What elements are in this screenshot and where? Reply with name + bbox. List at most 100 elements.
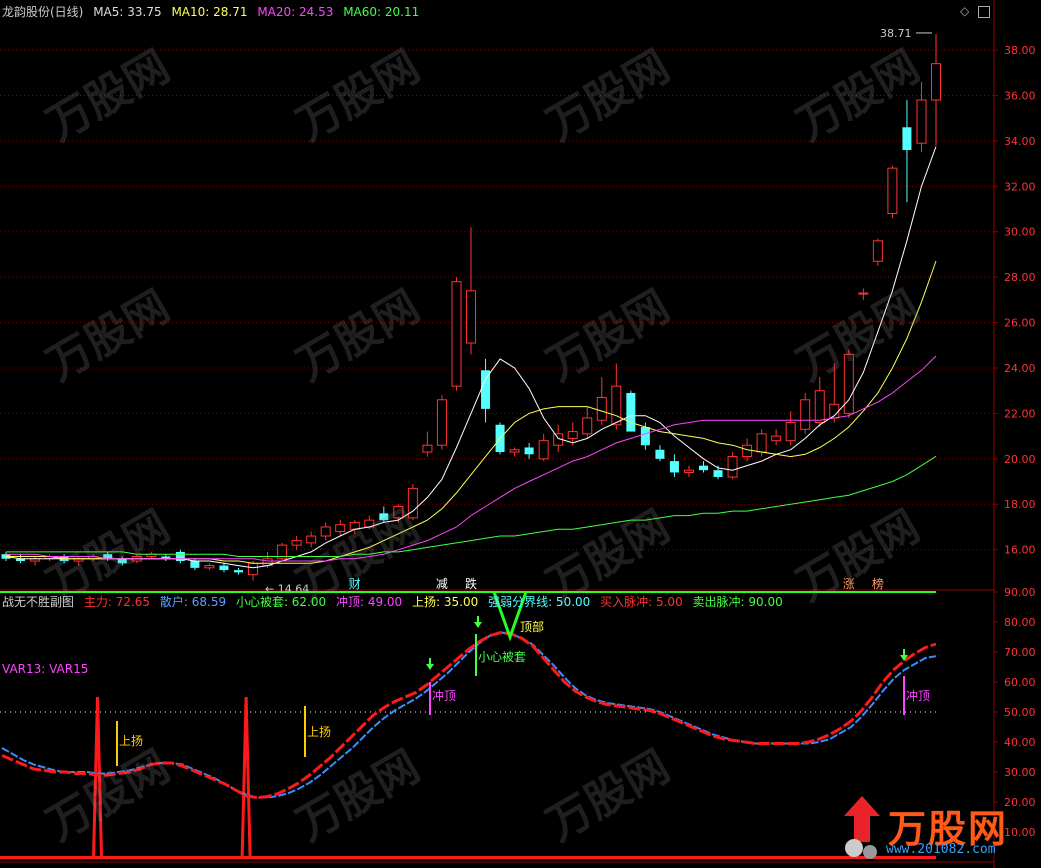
shangyang-legend: 上扬: 35.00 — [412, 595, 479, 609]
xiaoxin-legend: 小心被套: 62.00 — [235, 595, 327, 609]
candle — [422, 444, 433, 453]
xiaoxin-label: 小心被套 — [478, 650, 526, 664]
candle — [858, 292, 869, 295]
down-arrow-icon — [474, 622, 482, 628]
candle — [567, 431, 578, 439]
y-tick-label: 32.00 — [1004, 180, 1036, 193]
candle — [320, 526, 331, 537]
candle — [843, 353, 854, 414]
candle — [335, 524, 346, 532]
y-tick-label: 30.00 — [1004, 766, 1036, 779]
candle — [204, 565, 215, 569]
stock-name[interactable]: 龙韵股份(日线) — [2, 5, 83, 19]
sub-chart-header: 战无不胜副图 主力: 72.65 散户: 68.59 小心被套: 62.00 冲… — [2, 595, 789, 609]
candle — [524, 447, 534, 455]
window-box-icon[interactable] — [978, 6, 990, 18]
candle — [698, 465, 709, 471]
candle — [771, 435, 782, 442]
shangyang-label: 上扬 — [119, 733, 143, 748]
candle — [887, 167, 898, 215]
y-tick-label: 24.00 — [1004, 362, 1036, 375]
candle — [465, 290, 477, 344]
candle — [611, 385, 622, 426]
candle — [582, 417, 593, 435]
candle — [756, 433, 767, 453]
y-tick-label: 40.00 — [1004, 736, 1036, 749]
candle — [379, 513, 389, 521]
y-tick-label: 80.00 — [1004, 616, 1036, 629]
y-tick-label: 60.00 — [1004, 676, 1036, 689]
logo: 万股网 www.201082.com — [836, 796, 1036, 864]
event-marker: 涨 — [843, 576, 855, 591]
low-label: ← 14.64 — [265, 583, 309, 596]
high-label: 38.71 — [880, 27, 912, 40]
candle — [902, 127, 912, 150]
y-tick-label: 50.00 — [1004, 706, 1036, 719]
y-tick-label: 18.00 — [1004, 498, 1036, 511]
top-label: 顶部 — [520, 619, 544, 634]
candle — [655, 449, 665, 459]
candle — [248, 562, 259, 576]
candle — [219, 565, 229, 571]
mairu-legend: 买入脉冲: 5.00 — [600, 595, 683, 609]
candle — [916, 99, 927, 144]
candle — [291, 540, 302, 546]
y-tick-label: 22.00 — [1004, 407, 1036, 420]
y-tick-label: 26.00 — [1004, 317, 1036, 330]
pulse-spike — [240, 696, 252, 858]
indicator-title[interactable]: 战无不胜副图 — [2, 595, 74, 609]
candle — [713, 470, 723, 477]
candle — [930, 63, 942, 101]
event-marker: 榜 — [872, 576, 884, 591]
y-tick-label: 90.00 — [1004, 586, 1036, 599]
zhuli-line — [1, 630, 937, 800]
logo-arrow-icon — [844, 796, 880, 859]
event-marker: 财 — [349, 577, 361, 591]
logo-url: www.201082.com — [886, 842, 996, 857]
event-marker: 减 — [436, 577, 448, 591]
candle — [509, 449, 520, 453]
candle — [481, 370, 491, 409]
event-marker: 跌 — [465, 576, 477, 591]
y-tick-label: 20.00 — [1004, 453, 1036, 466]
candle — [640, 427, 650, 446]
y-tick-label: 70.00 — [1004, 646, 1036, 659]
y-tick-label: 30.00 — [1004, 226, 1036, 239]
candle — [451, 281, 462, 387]
candle — [683, 469, 694, 473]
candle — [233, 570, 244, 573]
ma60-legend: MA60: 20.11 — [343, 5, 420, 19]
candle — [785, 421, 796, 442]
candle — [349, 521, 360, 530]
maichu-legend: 卖出脉冲: 90.00 — [692, 595, 783, 609]
ma5-legend: MA5: 33.75 — [93, 5, 162, 19]
candle — [742, 444, 753, 458]
chongding-legend: 冲顶: 49.00 — [335, 595, 403, 609]
candle — [727, 456, 738, 478]
candle — [538, 440, 549, 460]
y-tick-label: 16.00 — [1004, 544, 1036, 557]
down-arrow-icon — [426, 664, 434, 670]
candle — [596, 397, 607, 421]
candle — [306, 535, 317, 544]
candle — [190, 561, 200, 568]
candle — [436, 399, 447, 446]
chongding-label: 冲顶 — [906, 688, 930, 703]
candle — [393, 506, 404, 519]
ma20-legend: MA20: 24.53 — [257, 5, 334, 19]
candle — [117, 558, 127, 564]
stock-chart[interactable]: 16.00 18.00 20.00 22.00 24.00 26.00 28.00 30.00… — [0, 0, 1041, 868]
ma-line-ma60 — [6, 455, 937, 557]
y-tick-label: 28.00 — [1004, 271, 1036, 284]
candle — [669, 461, 679, 473]
candle — [800, 399, 811, 430]
main-chart-header: 龙韵股份(日线) MA5: 33.75 MA10: 28.71 MA20: 24… — [2, 5, 425, 19]
pulse-spike — [92, 696, 104, 858]
y-tick-label: 34.00 — [1004, 135, 1036, 148]
zhuli-legend: 主力: 72.65 — [83, 595, 151, 609]
sanhu-legend: 散户: 68.59 — [159, 595, 227, 609]
diamond-icon[interactable]: ◇ — [960, 4, 969, 18]
chongding-label: 冲顶 — [432, 688, 456, 703]
qiangruo-legend: 强弱分界线: 50.00 — [488, 595, 591, 609]
ma10-legend: MA10: 28.71 — [171, 5, 248, 19]
